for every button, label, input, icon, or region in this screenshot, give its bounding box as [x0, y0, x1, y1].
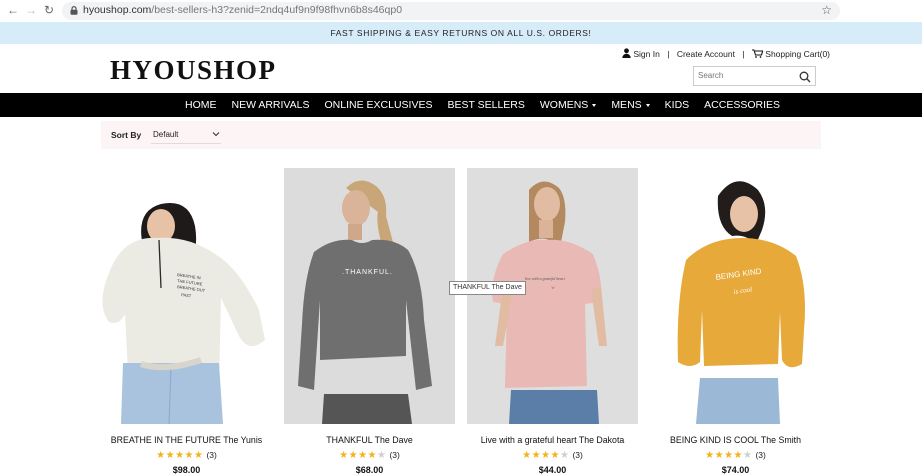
product-image[interactable]: BREATHE IN THE FUTURE BREATHE OUT PAST — [101, 168, 272, 424]
product-price: $98.00 — [172, 465, 201, 475]
product-rating: ★★★★★ (3) — [284, 450, 455, 461]
nav-best-sellers[interactable]: BEST SELLERS — [447, 99, 524, 111]
user-icon — [622, 48, 631, 60]
url-path: /best-sellers-h3?zenid=2ndq4uf9n9f98fhvn… — [151, 4, 403, 16]
sort-value: Default — [153, 130, 179, 139]
star-rating-icon: ★★★★★ — [522, 450, 570, 461]
create-account-link[interactable]: Create Account — [677, 49, 735, 59]
nav-mens[interactable]: MENS — [611, 99, 650, 111]
caret-down-icon — [592, 103, 597, 107]
product-rating: ★★★★★ (3) — [101, 450, 272, 461]
sign-in-link[interactable]: Sign In — [633, 49, 659, 59]
caret-down-icon — [645, 103, 650, 107]
browser-toolbar: ← → ↻ hyoushop.com/best-sellers-h3?zenid… — [0, 0, 922, 23]
back-icon[interactable]: ← — [6, 3, 20, 17]
separator: | — [667, 49, 670, 59]
url-text: hyoushop.com/best-sellers-h3?zenid=2ndq4… — [83, 4, 402, 16]
account-links: Sign In | Create Account | Shopping Cart… — [622, 48, 830, 60]
product-rating: ★★★★★ (3) — [467, 450, 638, 461]
product-image[interactable]: live with a grateful heart — [467, 168, 638, 424]
nav-kids[interactable]: KIDS — [665, 99, 690, 111]
sort-select[interactable]: Default — [151, 128, 221, 144]
search-icon[interactable] — [799, 70, 811, 83]
shopping-cart-link[interactable]: Shopping Cart(0) — [765, 49, 830, 59]
star-rating-icon: ★★★★★ — [156, 450, 204, 461]
product-price: $68.00 — [355, 465, 384, 475]
site-logo[interactable]: HYOUSHOP — [110, 55, 277, 86]
sort-label: Sort By — [111, 130, 142, 140]
star-rating-icon: ★★★★★ — [339, 450, 387, 461]
search-input[interactable] — [694, 67, 797, 83]
main-nav: HOME NEW ARRIVALS ONLINE EXCLUSIVES BEST… — [0, 93, 922, 117]
product-name[interactable]: BREATHE IN THE FUTURE The Yunis — [91, 435, 282, 445]
address-bar[interactable]: hyoushop.com/best-sellers-h3?zenid=2ndq4… — [62, 2, 840, 20]
reload-icon[interactable]: ↻ — [42, 3, 56, 17]
nav-accessories[interactable]: ACCESSORIES — [704, 99, 780, 111]
product-rating: ★★★★★ (3) — [650, 450, 821, 461]
nav-mens-label: MENS — [611, 99, 642, 111]
nav-online-exclusives[interactable]: ONLINE EXCLUSIVES — [325, 99, 433, 111]
chevron-down-icon — [211, 129, 221, 139]
product-price: $74.00 — [721, 465, 750, 475]
nav-new-arrivals[interactable]: NEW ARRIVALS — [232, 99, 310, 111]
svg-text:.THANKFUL.: .THANKFUL. — [342, 269, 393, 276]
promo-banner: FAST SHIPPING & EASY RETURNS ON ALL U.S.… — [0, 22, 922, 44]
svg-text:live with a grateful heart: live with a grateful heart — [525, 276, 566, 281]
separator: | — [742, 49, 745, 59]
url-host: hyoushop.com — [83, 4, 152, 16]
product-name[interactable]: BEING KIND IS COOL The Smith — [640, 435, 831, 445]
hover-tooltip: THANKFUL The Dave — [449, 281, 526, 295]
cart-icon[interactable] — [751, 48, 764, 60]
star-rating-icon: ★★★★★ — [705, 450, 753, 461]
product-image[interactable]: .THANKFUL. — [284, 168, 455, 424]
product-image[interactable]: BEING KIND is cool — [650, 168, 821, 424]
lock-icon — [70, 6, 78, 15]
nav-home[interactable]: HOME — [185, 99, 217, 111]
review-count[interactable]: (3) — [572, 450, 582, 460]
bookmark-star-icon[interactable]: ☆ — [821, 3, 832, 17]
product-name[interactable]: THANKFUL The Dave — [274, 435, 465, 445]
product-price: $44.00 — [538, 465, 567, 475]
search-box — [693, 66, 816, 86]
nav-womens[interactable]: WOMENS — [539, 99, 597, 111]
review-count[interactable]: (3) — [755, 450, 765, 460]
nav-womens-label: WOMENS — [539, 99, 589, 111]
forward-icon[interactable]: → — [24, 3, 38, 17]
sort-bar: Sort By Default — [101, 121, 821, 149]
review-count[interactable]: (3) — [206, 450, 216, 460]
review-count[interactable]: (3) — [389, 450, 399, 460]
product-name[interactable]: Live with a grateful heart The Dakota — [457, 435, 648, 445]
